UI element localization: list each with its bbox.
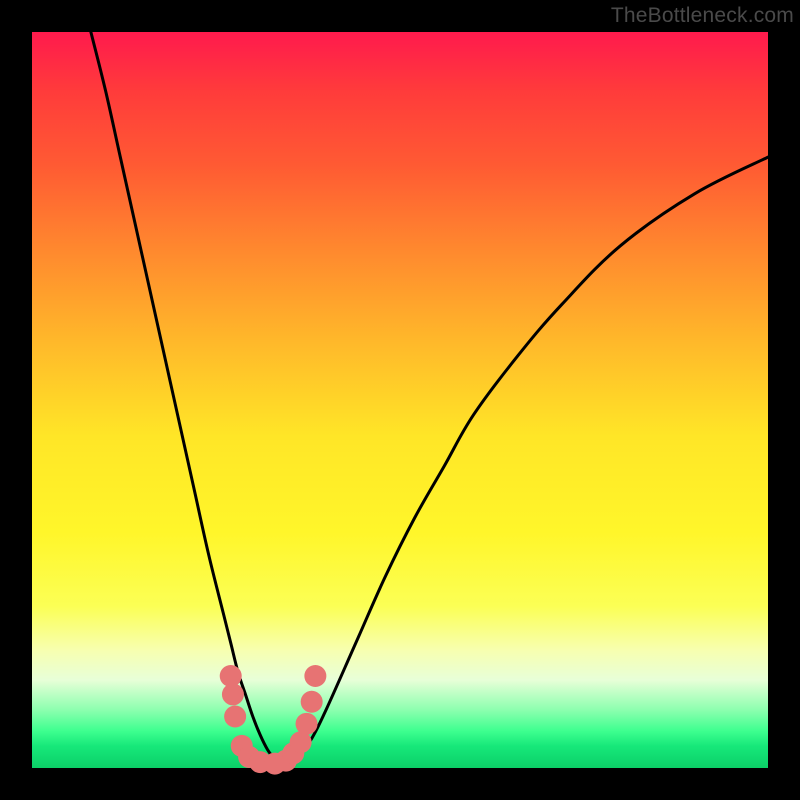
chart-frame: TheBottleneck.com bbox=[0, 0, 800, 800]
curve-marker bbox=[301, 691, 323, 713]
curve-marker bbox=[222, 683, 244, 705]
curve-markers bbox=[220, 665, 327, 775]
bottleneck-curve-svg bbox=[32, 32, 768, 768]
watermark-text: TheBottleneck.com bbox=[611, 4, 794, 28]
plot-area bbox=[32, 32, 768, 768]
curve-marker bbox=[296, 713, 318, 735]
curve-marker bbox=[224, 705, 246, 727]
curve-marker bbox=[304, 665, 326, 687]
bottleneck-curve bbox=[91, 32, 768, 765]
